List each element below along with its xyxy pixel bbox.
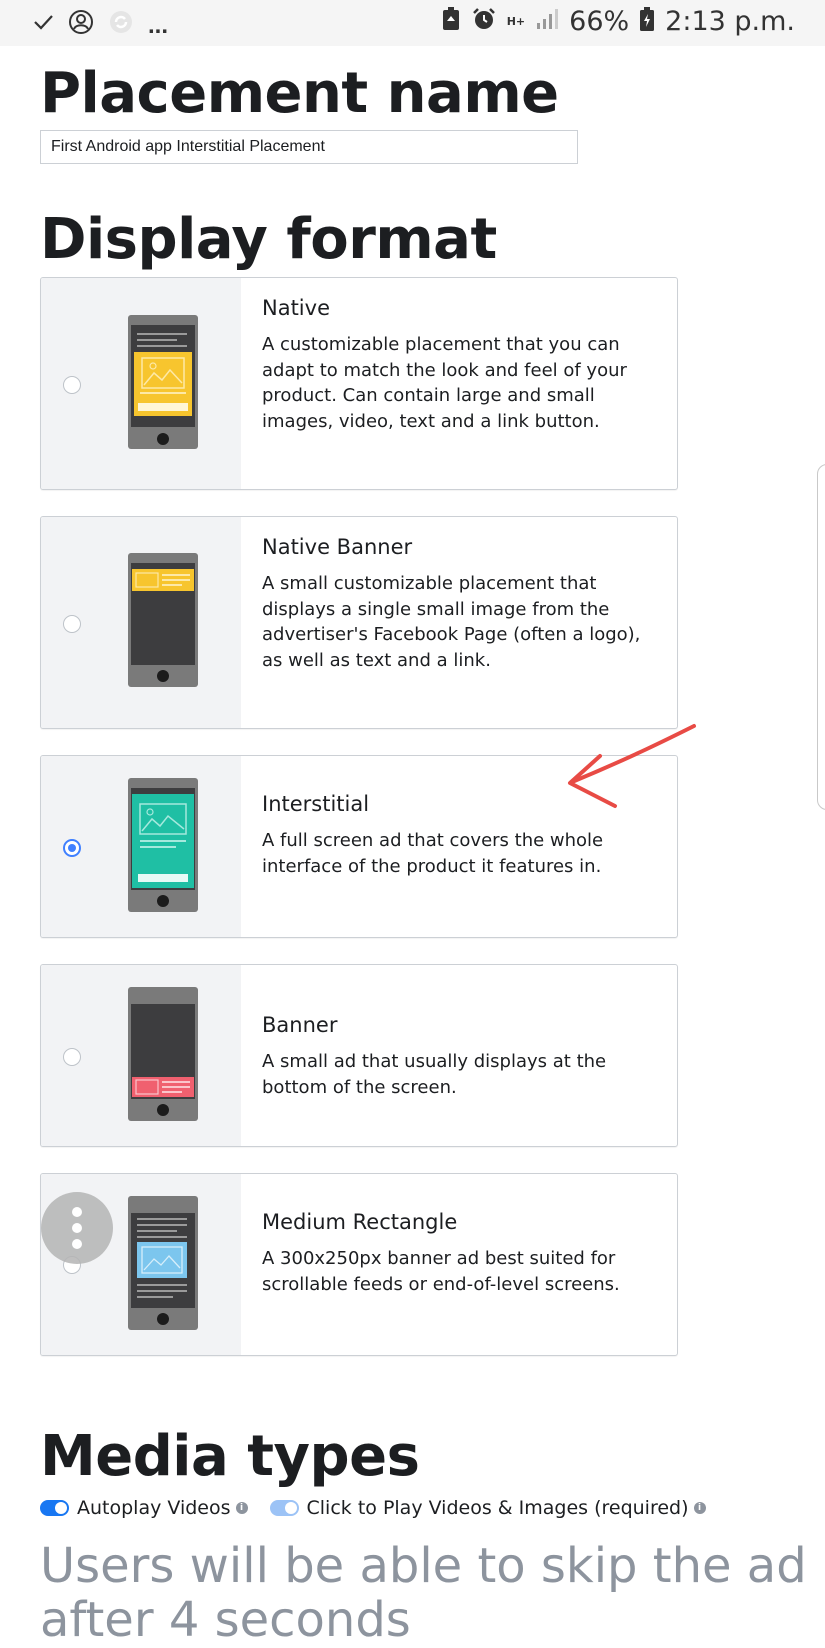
format-title: Banner [262,1013,338,1037]
autoplay-videos-label: Autoplay Videos [77,1497,231,1519]
click-to-play-option: Click to Play Videos & Images (required)… [269,1497,706,1519]
format-option-banner[interactable]: Banner A small ad that usually displays … [40,964,678,1147]
radio-native-banner[interactable] [63,615,81,633]
account-icon [68,9,94,40]
battery-icon [639,6,655,37]
menu-dot-icon [72,1223,82,1233]
format-title: Medium Rectangle [262,1210,458,1234]
interstitial-phone-icon [128,778,198,912]
annotation-arrow-icon [568,724,696,808]
click-to-play-toggle [269,1500,299,1516]
menu-dot-icon [72,1239,82,1249]
autoplay-videos-toggle[interactable] [40,1500,69,1516]
floating-menu-button[interactable] [41,1192,113,1264]
format-option-native-banner[interactable]: Native Banner A small customizable place… [40,516,678,729]
format-description: A customizable placement that you can ad… [262,334,627,432]
radio-banner[interactable] [63,1048,81,1066]
skip-ad-text: Users will be able to skip the ad [40,1538,807,1594]
alarm-icon [471,6,497,37]
format-description: A 300x250px banner ad best suited for sc… [262,1248,620,1295]
overflow-indicator: ... [148,12,169,39]
format-title: Native [262,296,330,320]
format-title: Native Banner [262,535,413,559]
format-description: A small ad that usually displays at the … [262,1051,607,1098]
radio-native[interactable] [63,376,81,394]
check-icon [32,11,54,38]
click-to-play-label: Click to Play Videos & Images (required) [306,1497,689,1519]
battery-saver-icon [441,6,461,37]
info-icon[interactable]: i [693,1502,706,1514]
medium-rectangle-phone-icon [128,1196,198,1330]
edge-panel-handle[interactable] [817,464,825,810]
format-option-medium-rectangle[interactable]: Medium Rectangle A 300x250px banner ad b… [40,1173,678,1356]
autoplay-videos-option: Autoplay Videos i [40,1497,248,1519]
native-phone-icon [128,315,198,449]
battery-percent: 66% [569,6,630,37]
clock: 2:13 p.m. [665,6,795,37]
banner-phone-icon [128,987,198,1121]
format-option-native[interactable]: Native A customizable placement that you… [40,277,678,490]
signal-icon [535,7,559,36]
sync-icon [108,9,134,40]
media-types-heading: Media types [40,1424,420,1489]
radio-interstitial[interactable] [63,839,81,857]
network-type: H+ [506,15,526,28]
media-type-toggles: Autoplay Videos i Click to Play Videos &… [40,1497,728,1519]
info-icon[interactable]: i [235,1502,248,1514]
menu-dot-icon [72,1207,82,1217]
status-bar: ... H+ 66% 2:13 p.m. [0,0,825,46]
placement-name-input[interactable] [40,130,578,164]
format-description: A full screen ad that covers the whole i… [262,830,604,877]
native-banner-phone-icon [128,553,198,687]
format-description: A small customizable placement that disp… [262,573,641,671]
placement-name-heading: Placement name [40,61,559,126]
skip-ad-text-continued: after 4 seconds [40,1592,411,1648]
display-format-heading: Display format [40,207,497,272]
